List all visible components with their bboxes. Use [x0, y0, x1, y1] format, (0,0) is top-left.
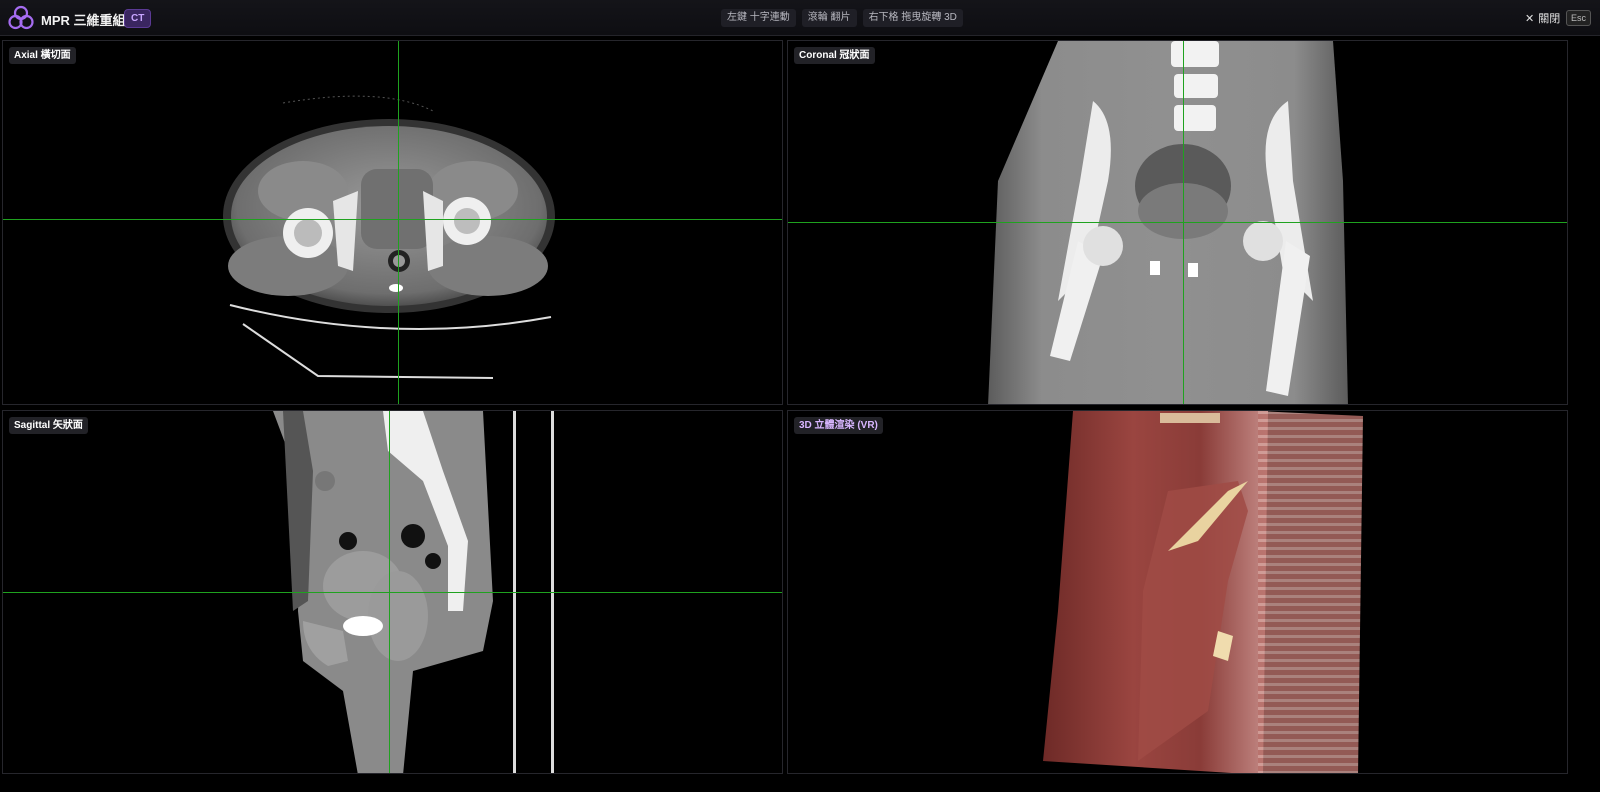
axial-crosshair-vertical — [398, 41, 399, 404]
sagittal-viewport[interactable]: Sagittal 矢狀面 — [2, 410, 783, 774]
close-button[interactable]: ✕ 關閉 — [1525, 10, 1560, 26]
logo-icon — [8, 5, 34, 30]
sagittal-crosshair-horizontal — [3, 592, 782, 593]
sagittal-label: Sagittal 矢狀面 — [9, 417, 88, 434]
esc-key-hint: Esc — [1566, 10, 1592, 26]
sagittal-crosshair-vertical — [389, 411, 390, 773]
vr-label: 3D 立體渲染 (VR) — [794, 417, 883, 434]
coronal-label: Coronal 冠狀面 — [794, 47, 875, 64]
coronal-crosshair-horizontal — [788, 222, 1567, 223]
top-bar: MPR 三維重組 CT 左鍵 十字連動 滾輪 翻片 右下格 拖曳旋轉 3D ✕ 關… — [0, 0, 1600, 36]
vr-render-image — [1043, 411, 1363, 773]
axial-label: Axial 橫切面 — [9, 47, 76, 64]
axial-viewport[interactable]: Axial 橫切面 — [2, 40, 783, 405]
axial-ct-image — [223, 95, 555, 379]
hint-scroll: 滾輪 翻片 — [801, 9, 857, 27]
coronal-viewport[interactable]: Coronal 冠狀面 — [787, 40, 1568, 405]
close-label: 關閉 — [1538, 13, 1561, 25]
vr-viewport[interactable]: 3D 立體渲染 (VR) — [787, 410, 1568, 774]
hint-bar: 左鍵 十字連動 滾輪 翻片 右下格 拖曳旋轉 3D — [721, 9, 963, 27]
hint-crosshair: 左鍵 十字連動 — [721, 9, 796, 27]
hint-rotate: 右下格 拖曳旋轉 3D — [862, 9, 963, 27]
axial-crosshair-horizontal — [3, 219, 782, 220]
close-icon: ✕ — [1525, 13, 1535, 25]
coronal-ct-image — [988, 41, 1348, 404]
app-title: MPR 三維重組 — [41, 13, 126, 28]
coronal-crosshair-vertical — [1183, 41, 1184, 404]
modality-badge: CT — [124, 9, 152, 28]
